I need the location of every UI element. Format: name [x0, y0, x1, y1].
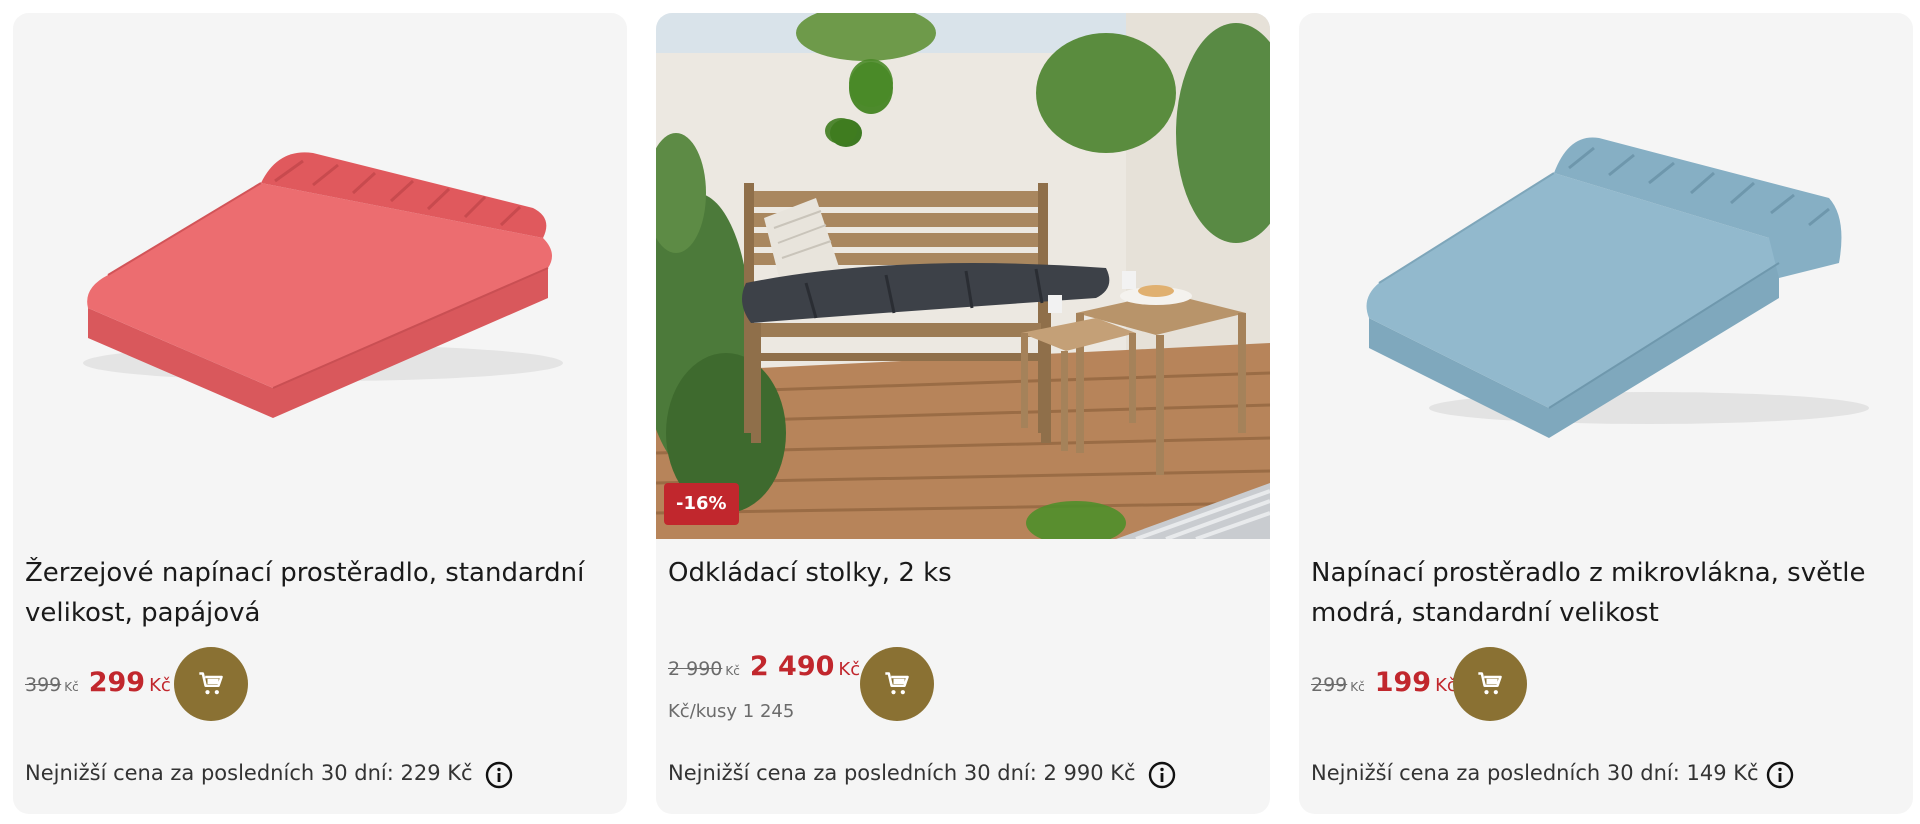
product-title[interactable]: Odkládací stolky, 2 ks: [668, 553, 1248, 593]
garden-bench-side-tables-image: [656, 13, 1270, 539]
product-card[interactable]: Žerzejové napínací prostěradlo, standard…: [13, 13, 627, 814]
info-icon: [485, 761, 513, 789]
old-price-currency: Kč: [64, 680, 79, 694]
coral-fitted-sheet-image: [13, 13, 627, 539]
sale-price-currency: Kč: [149, 675, 171, 696]
lowest-price-note: Nejnižší cena za posledních 30 dní: 229 …: [25, 761, 473, 785]
sale-price: 299: [88, 667, 146, 698]
info-icon: [1148, 761, 1176, 789]
info-button[interactable]: [1765, 760, 1795, 790]
product-card[interactable]: Napínací prostěradlo z mikrovlákna, svět…: [1299, 13, 1913, 814]
info-button[interactable]: [484, 760, 514, 790]
sale-price-currency: Kč: [838, 659, 861, 680]
info-icon: [1766, 761, 1794, 789]
discount-badge: -16%: [664, 483, 739, 525]
cart-icon: [1478, 672, 1502, 695]
price-row: 299 Kč 199 Kč: [1311, 667, 1457, 698]
old-price: 2 990: [668, 658, 723, 680]
old-price: 399: [25, 674, 62, 696]
sale-price: 2 490: [749, 651, 835, 682]
add-to-cart-button[interactable]: [1453, 647, 1527, 721]
product-image[interactable]: [1299, 13, 1913, 539]
lowest-price-note: Nejnižší cena za posledních 30 dní: 149 …: [1311, 761, 1759, 785]
old-price-currency: Kč: [1350, 680, 1365, 694]
product-image[interactable]: -16%: [656, 13, 1270, 539]
sale-price: 199: [1374, 667, 1432, 698]
cart-icon: [885, 672, 909, 695]
product-grid: Žerzejové napínací prostěradlo, standard…: [0, 0, 1920, 824]
product-title[interactable]: Napínací prostěradlo z mikrovlákna, svět…: [1311, 553, 1891, 633]
light-blue-fitted-sheet-image: [1299, 13, 1913, 539]
add-to-cart-button[interactable]: [860, 647, 934, 721]
product-title[interactable]: Žerzejové napínací prostěradlo, standard…: [25, 553, 605, 633]
old-price: 299: [1311, 674, 1348, 696]
cart-icon: [199, 672, 223, 695]
lowest-price-note: Nejnižší cena za posledních 30 dní: 2 99…: [668, 761, 1136, 785]
price-row: 399 Kč 299 Kč: [25, 667, 171, 698]
unit-price: Kč/kusy 1 245: [668, 701, 795, 722]
price-row: 2 990 Kč 2 490 Kč: [668, 651, 860, 682]
product-card[interactable]: -16% Odkládací stolky, 2 ks 2 990 Kč 2 4…: [656, 13, 1270, 814]
info-button[interactable]: [1147, 760, 1177, 790]
old-price-currency: Kč: [725, 664, 740, 678]
product-image[interactable]: [13, 13, 627, 539]
add-to-cart-button[interactable]: [174, 647, 248, 721]
